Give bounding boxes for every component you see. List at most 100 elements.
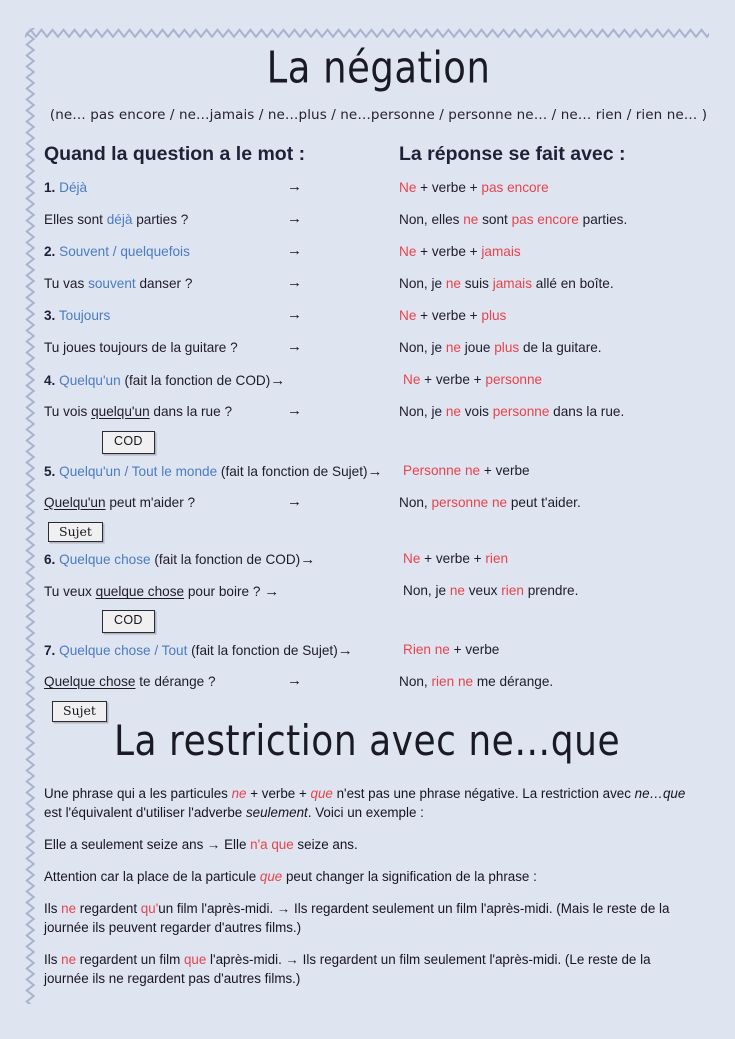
table-row: Quelque chose te dérange ? → Non, rien n…	[44, 671, 713, 697]
rule-question-7: 7. Quelque chose / Tout (fait la fonctio…	[44, 639, 403, 661]
example-question-5: Quelqu'un peut m'aider ?	[44, 492, 287, 512]
answer-particle-pre: Ne	[399, 179, 417, 195]
example-answer-6: Non, je ne veux rien prendre.	[403, 580, 713, 600]
rule-answer-6: Ne + verbe + rien	[403, 548, 713, 568]
rule-answer-2: Ne + verbe + jamais	[399, 241, 713, 261]
example-question-1: Elles sont déjà parties ?	[44, 209, 287, 229]
restriction-paragraph-1: Une phrase qui a les particules ne + ver…	[44, 784, 695, 822]
answer-text: prendre.	[523, 583, 579, 599]
arrow-icon: →	[287, 177, 302, 195]
rule-answer-4: Ne + verbe + personne	[403, 369, 713, 389]
rule-keyword-3: Toujours	[58, 307, 111, 323]
arrow-icon: →	[287, 273, 302, 291]
answer-text: parties.	[578, 211, 628, 227]
grammar-tag-cod: COD	[102, 430, 155, 454]
example-answer-7: Non, rien ne me dérange.	[399, 671, 713, 691]
rule-function-note-7: (fait la fonction de Sujet)	[187, 643, 338, 659]
rule-number-4: 4.	[44, 372, 56, 388]
rule-number-5: 5.	[44, 463, 56, 479]
answer-connector: + verbe	[449, 642, 500, 658]
rule-function-note-4: (fait la fonction de COD)	[120, 372, 271, 388]
example-answer-4: Non, je ne vois personne dans la rue.	[399, 401, 713, 421]
arrow-icon: →	[270, 371, 286, 389]
answer-text: joue	[460, 339, 495, 355]
particle-que: que	[271, 836, 294, 852]
example-keyword-underlined: quelque chose	[95, 584, 185, 600]
example-text: Tu veux	[44, 584, 96, 600]
rule-function-note-5: (fait la fonction de Sujet)	[217, 463, 368, 479]
rule-question-5: 5. Quelqu'un / Tout le monde (fait la fo…	[44, 460, 403, 482]
arrow-icon: →	[337, 642, 353, 660]
table-row: Tu vois quelqu'un dans la rue ? → Non, j…	[44, 401, 713, 427]
rule-answer-5: Personne ne + verbe	[403, 460, 713, 480]
answer-keyword: ne	[445, 275, 461, 291]
answer-connector: + verbe +	[416, 243, 482, 259]
example-answer-2: Non, je ne suis jamais allé en boîte.	[399, 273, 713, 293]
answer-keyword: rien	[501, 583, 524, 599]
particle-ne: ne	[231, 785, 247, 801]
answer-text: Non, je	[399, 339, 446, 355]
arrow-icon: →	[287, 209, 302, 227]
table-row: Quelqu'un peut m'aider ? → Non, personne…	[44, 492, 713, 518]
table-headers: Quand la question a le mot : La réponse …	[44, 143, 713, 166]
example-answer-1: Non, elles ne sont pas encore parties.	[399, 209, 713, 229]
grammar-tag-row: COD	[102, 610, 713, 634]
restriction-paragraph-5: Ils ne regardent un film que l'après-mid…	[44, 950, 695, 988]
rule-function-note-6: (fait la fonction de COD)	[154, 552, 301, 568]
answer-particle-post: jamais	[481, 243, 521, 259]
answer-particle-pre: Ne	[403, 371, 421, 387]
rule-answer-7: Rien ne + verbe	[403, 639, 713, 659]
table-row: Tu veux quelque chose pour boire ? → Non…	[44, 580, 713, 606]
negation-rules-list: 1. Déjà → Ne + verbe + pas encore Elles …	[44, 177, 713, 722]
grammar-tag-sujet: Sujet	[48, 521, 103, 543]
grammar-tag-row: COD	[102, 430, 713, 454]
particle-ne-que: ne…que	[634, 785, 686, 801]
rule-answer-3: Ne + verbe + plus	[399, 305, 713, 325]
example-question-7: Quelque chose te dérange ?	[44, 671, 287, 691]
answer-text: suis	[460, 275, 493, 291]
table-row: 2. Souvent / quelquefois → Ne + verbe + …	[44, 241, 713, 267]
paragraph-text: Ils	[44, 900, 62, 916]
section-title-restriction: La restriction avec ne…que	[114, 717, 621, 766]
paragraph-text: Attention car la place de la particule	[44, 868, 260, 884]
example-text: Tu vas	[44, 275, 89, 291]
restriction-paragraph-2: Elle a seulement seize ans → Elle n'a qu…	[44, 835, 695, 854]
answer-keyword: rien ne	[431, 674, 474, 690]
answer-particle-post: rien	[485, 551, 509, 567]
answer-text: sont	[478, 211, 512, 227]
worksheet-page: La négation (ne… pas encore / ne…jamais …	[0, 0, 735, 1039]
rule-question-4: 4. Quelqu'un (fait la fonction de COD)→	[44, 369, 403, 391]
example-question-6: Tu veux quelque chose pour boire ? →	[44, 580, 403, 602]
table-row: 7. Quelque chose / Tout (fait la fonctio…	[44, 639, 713, 665]
answer-particle-post: personne	[485, 371, 543, 387]
example-keyword: souvent	[88, 275, 136, 291]
example-question-4: Tu vois quelqu'un dans la rue ?	[44, 401, 287, 421]
arrow-icon: →	[287, 672, 302, 690]
answer-keyword: ne	[445, 339, 461, 355]
answer-text: me dérange.	[473, 674, 554, 690]
rule-keyword-2: Souvent / quelquefois	[59, 243, 190, 259]
paragraph-text: Ils	[44, 951, 62, 967]
rule-number-1: 1.	[44, 179, 56, 195]
grammar-tag-row: Sujet	[48, 521, 713, 543]
answer-text: Non,	[399, 494, 432, 510]
example-text: danser ?	[135, 275, 193, 291]
particle-ne: n'a	[250, 836, 268, 852]
rule-number-3: 3.	[44, 307, 56, 323]
example-answer-3: Non, je ne joue plus de la guitare.	[399, 337, 713, 357]
rule-keyword-7: Quelque chose / Tout	[59, 643, 188, 659]
example-text: Tu joues toujours de la guitare ?	[44, 339, 238, 355]
page-title: La négation	[266, 42, 491, 94]
answer-text: vois	[460, 403, 493, 419]
answer-text: Non,	[399, 674, 432, 690]
grammar-tag-sujet: Sujet	[52, 701, 107, 722]
rule-keyword-6: Quelque chose	[59, 552, 155, 568]
answer-keyword: ne	[463, 211, 479, 227]
answer-particle-pre: Personne ne	[403, 462, 481, 478]
paragraph-text: est l'équivalent d'utiliser l'adverbe	[44, 804, 246, 820]
arrow-icon: →	[367, 462, 383, 480]
answer-text: allé en boîte.	[532, 275, 614, 291]
example-answer-5: Non, personne ne peut t'aider.	[399, 492, 713, 512]
table-row: 5. Quelqu'un / Tout le monde (fait la fo…	[44, 460, 713, 486]
example-text: peut m'aider ?	[105, 494, 196, 510]
